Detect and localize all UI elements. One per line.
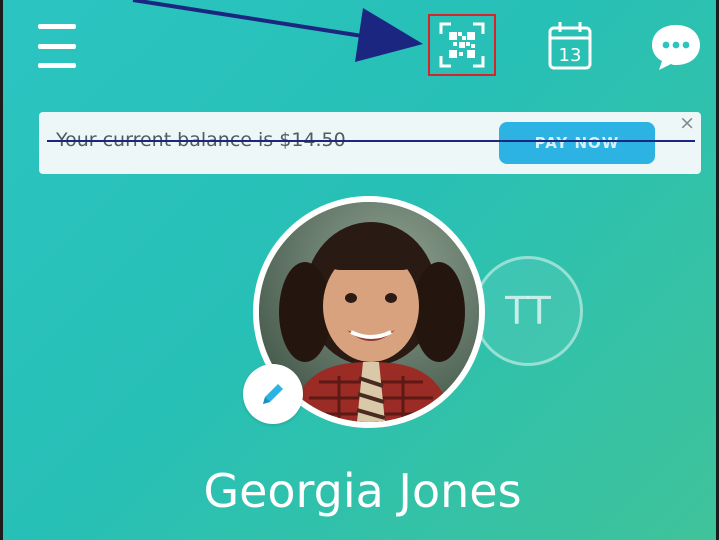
profile-name: Georgia Jones	[203, 464, 522, 518]
edit-photo-button[interactable]	[243, 364, 303, 424]
annotation-arrow	[132, 0, 423, 62]
pay-now-button[interactable]: PAY NOW	[499, 122, 655, 164]
close-icon[interactable]: ×	[679, 114, 695, 133]
menu-line	[38, 24, 76, 29]
pencil-icon	[263, 384, 283, 404]
menu-line	[38, 43, 76, 49]
chat-glyph	[652, 25, 700, 70]
hamburger-menu-icon[interactable]	[36, 24, 78, 68]
strikethrough-annotation	[47, 140, 695, 142]
menu-line	[38, 63, 76, 68]
app-screen: 13 Your current balance is $14.50 PAY NO…	[0, 0, 719, 540]
qr-code-glyph	[439, 22, 485, 68]
secondary-profile-avatar[interactable]: TT	[473, 256, 583, 366]
calendar-glyph: 13	[548, 22, 592, 70]
calendar-day: 13	[559, 45, 582, 66]
chat-bubble-icon[interactable]	[649, 22, 703, 72]
balance-banner: Your current balance is $14.50 PAY NOW ×	[39, 112, 701, 174]
qr-code-scan-icon[interactable]	[428, 14, 496, 76]
calendar-icon[interactable]: 13	[547, 20, 593, 72]
